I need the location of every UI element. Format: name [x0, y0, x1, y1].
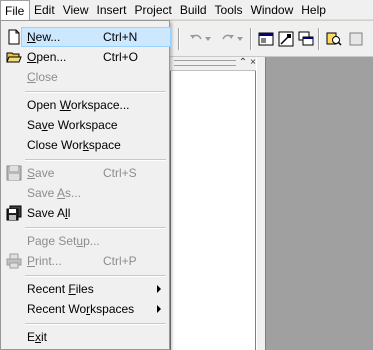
menu-window[interactable]: Window	[247, 0, 298, 20]
redo-icon[interactable]	[218, 29, 238, 49]
menu-project[interactable]: Project	[131, 0, 176, 20]
toolbar-separator	[178, 28, 180, 50]
toolbar-separator	[250, 28, 252, 50]
menu-item-label: Save All	[27, 206, 71, 220]
menu-item-shortcut: Ctrl+N	[103, 30, 138, 44]
menu-item-save-as[interactable]: Save As...	[3, 183, 167, 203]
menu-tools[interactable]: Tools	[211, 0, 247, 20]
undo-dropdown-icon[interactable]	[204, 29, 212, 49]
menu-separator	[25, 91, 166, 93]
mdi-client-area	[266, 57, 373, 350]
menu-item-label: Recent Files	[27, 282, 94, 296]
menu-item-label: Save	[27, 166, 55, 180]
new-document-icon	[6, 29, 22, 45]
find-icon[interactable]	[324, 29, 344, 49]
menu-item-recent-workspaces[interactable]: Recent Workspaces	[3, 299, 167, 319]
toolbar	[170, 21, 373, 57]
menu-item-label: Recent Workspaces	[27, 302, 135, 316]
menu-separator	[25, 323, 166, 325]
menu-item-page-setup[interactable]: Page Setup...	[3, 231, 167, 251]
menu-item-label: Open Workspace...	[27, 98, 130, 112]
menu-item-label: Print...	[27, 254, 62, 268]
menu-item-close[interactable]: Close	[3, 67, 167, 87]
menu-item-label: Page Setup...	[27, 234, 100, 248]
menu-separator	[25, 227, 166, 229]
menu-item-shortcut: Ctrl+O	[103, 50, 139, 64]
menu-item-label: Exit	[27, 330, 48, 344]
menu-item-save[interactable]: Save Ctrl+S	[3, 163, 167, 183]
menu-item-open[interactable]: Open... Ctrl+O	[3, 47, 167, 67]
pane-grip[interactable]	[174, 60, 236, 66]
submenu-arrow-icon	[157, 285, 161, 293]
menu-item-shortcut: Ctrl+P	[103, 254, 137, 268]
menu-file[interactable]: File	[0, 0, 30, 20]
workspace-icon[interactable]	[256, 29, 276, 49]
menu-item-open-workspace[interactable]: Open Workspace...	[3, 95, 167, 115]
menu-item-exit[interactable]: Exit	[3, 327, 167, 347]
menu-item-label: Close	[27, 70, 58, 84]
redo-dropdown-icon[interactable]	[236, 29, 244, 49]
pane-restore-icon[interactable]: ⌃	[238, 58, 248, 68]
toolbar-separator	[318, 28, 320, 50]
window-list-icon[interactable]	[296, 29, 316, 49]
menu-item-label: Close Workspace	[27, 138, 121, 152]
file-menu-dropdown: New... Ctrl+N Open... Ctrl+O Close Open …	[0, 20, 171, 350]
workspace-pane	[170, 57, 256, 350]
menu-item-save-all[interactable]: Save All	[3, 203, 167, 223]
submenu-arrow-icon	[157, 305, 161, 313]
menu-separator	[25, 159, 166, 161]
menu-help[interactable]: Help	[297, 0, 330, 20]
menu-separator	[25, 275, 166, 277]
menu-item-save-workspace[interactable]: Save Workspace	[3, 115, 167, 135]
menu-item-recent-files[interactable]: Recent Files	[3, 279, 167, 299]
print-icon	[6, 253, 22, 269]
menu-item-label: Save Workspace	[27, 118, 118, 132]
toolbar-overflow-icon[interactable]	[346, 29, 366, 49]
workspace-pane-header: ⌃ ×	[170, 57, 260, 71]
menu-item-print[interactable]: Print... Ctrl+P	[3, 251, 167, 271]
menu-item-close-workspace[interactable]: Close Workspace	[3, 135, 167, 155]
menu-bar: File Edit View Insert Project Build Tool…	[0, 0, 373, 20]
pane-splitter[interactable]	[256, 57, 266, 350]
save-all-icon	[6, 205, 22, 221]
output-icon[interactable]	[276, 29, 296, 49]
menu-item-shortcut: Ctrl+S	[103, 166, 137, 180]
menu-build[interactable]: Build	[176, 0, 211, 20]
menu-item-label: Save As...	[27, 186, 82, 200]
menu-item-label: New...	[27, 30, 61, 44]
menu-item-label: Open...	[27, 50, 67, 64]
menu-view[interactable]: View	[59, 0, 93, 20]
menu-item-new-highlight[interactable]: New... Ctrl+N	[21, 27, 171, 47]
menu-edit[interactable]: Edit	[30, 0, 59, 20]
undo-icon[interactable]	[186, 29, 206, 49]
open-folder-icon	[6, 49, 22, 65]
menu-insert[interactable]: Insert	[92, 0, 130, 20]
save-icon	[6, 165, 22, 181]
